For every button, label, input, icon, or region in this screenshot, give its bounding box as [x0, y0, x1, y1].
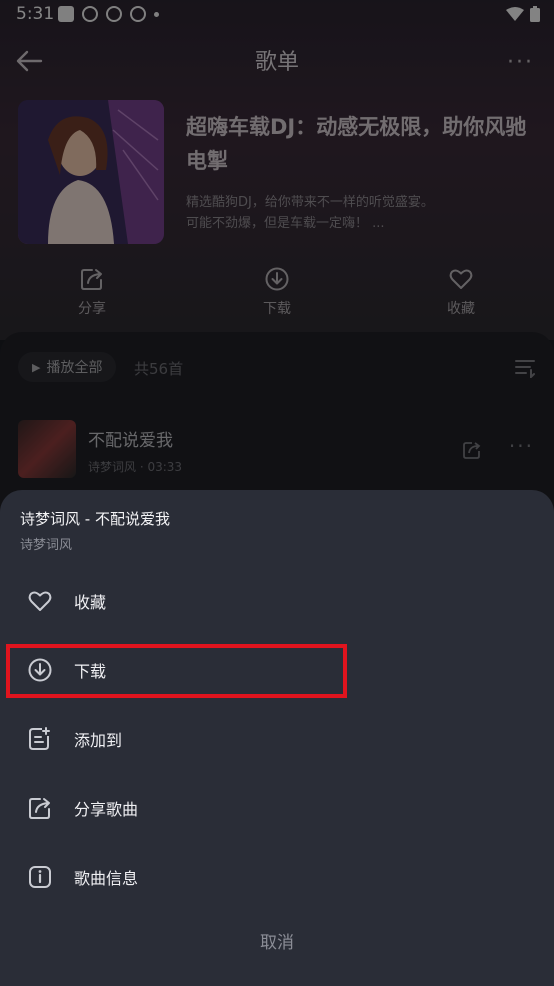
menu-item-label: 添加到 — [74, 731, 123, 750]
share-icon — [26, 794, 54, 822]
sheet-subtitle: 诗梦词风 — [20, 538, 73, 553]
info-icon — [26, 863, 54, 891]
menu-item-label: 歌曲信息 — [74, 869, 139, 888]
menu-item-add-to[interactable]: 添加到 — [0, 713, 554, 765]
sheet-title: 诗梦词风 - 不配说爱我 — [20, 510, 170, 528]
menu-item-share-song[interactable]: 分享歌曲 — [0, 782, 554, 834]
menu-item-song-info[interactable]: 歌曲信息 — [0, 851, 554, 903]
menu-item-label: 分享歌曲 — [74, 800, 139, 819]
cancel-button[interactable]: 取消 — [0, 928, 554, 953]
menu-item-label: 收藏 — [74, 593, 107, 612]
highlight-box — [6, 644, 347, 698]
add-to-list-icon — [26, 725, 54, 753]
heart-icon — [26, 587, 54, 615]
menu-item-favorite[interactable]: 收藏 — [0, 575, 554, 627]
